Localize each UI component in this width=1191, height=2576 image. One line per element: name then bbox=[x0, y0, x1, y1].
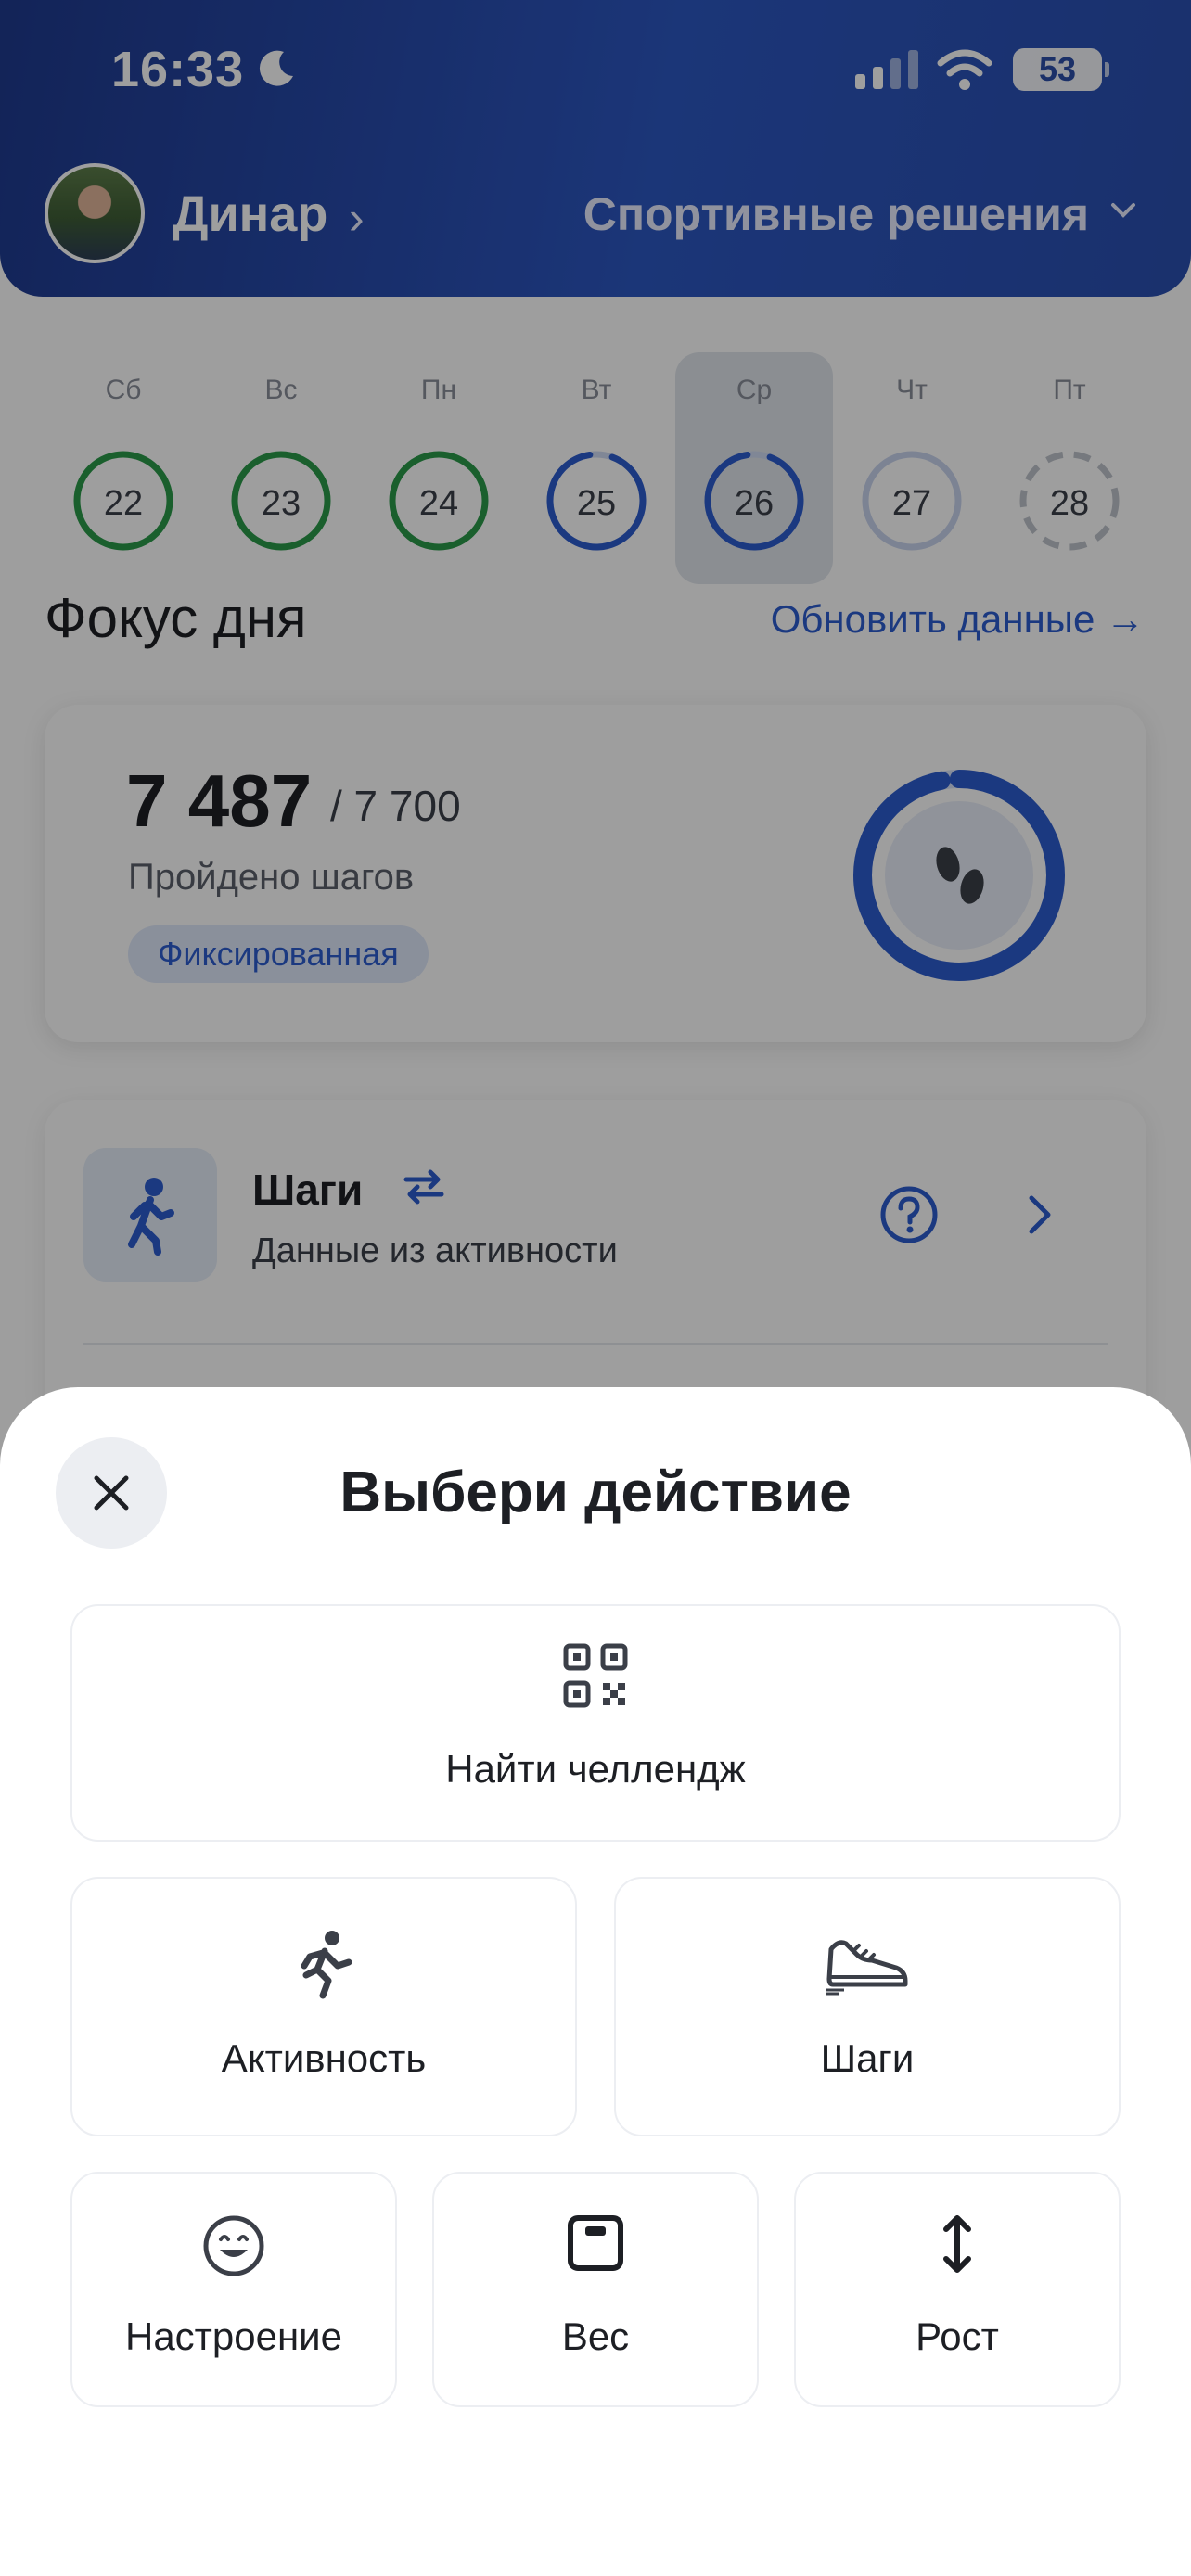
sheet-title: Выбери действие bbox=[339, 1460, 852, 1524]
action-label: Настроение bbox=[124, 2315, 342, 2358]
action-label: Вес bbox=[561, 2315, 630, 2358]
smile-icon bbox=[203, 2215, 264, 2276]
running-icon bbox=[301, 1931, 352, 1999]
qr-code-icon bbox=[563, 1643, 628, 1708]
steps-button[interactable]: Шаги bbox=[614, 1877, 1121, 2136]
action-label: Найти челлендж bbox=[445, 1747, 746, 1791]
height-button[interactable]: Рост bbox=[794, 2172, 1121, 2407]
action-sheet: Выбери действие Найти челлендж Активност… bbox=[0, 1387, 1191, 2576]
height-arrow-icon bbox=[943, 2215, 971, 2273]
action-label: Активность bbox=[221, 2036, 427, 2080]
weight-button[interactable]: Вес bbox=[432, 2172, 759, 2407]
sneaker-icon bbox=[826, 1940, 908, 1996]
scale-icon bbox=[568, 2215, 623, 2271]
action-label: Рост bbox=[916, 2315, 999, 2358]
activity-button[interactable]: Активность bbox=[70, 1877, 577, 2136]
action-label: Шаги bbox=[820, 2036, 915, 2080]
mood-button[interactable]: Настроение bbox=[70, 2172, 397, 2407]
find-challenge-button[interactable]: Найти челлендж bbox=[70, 1604, 1121, 1842]
